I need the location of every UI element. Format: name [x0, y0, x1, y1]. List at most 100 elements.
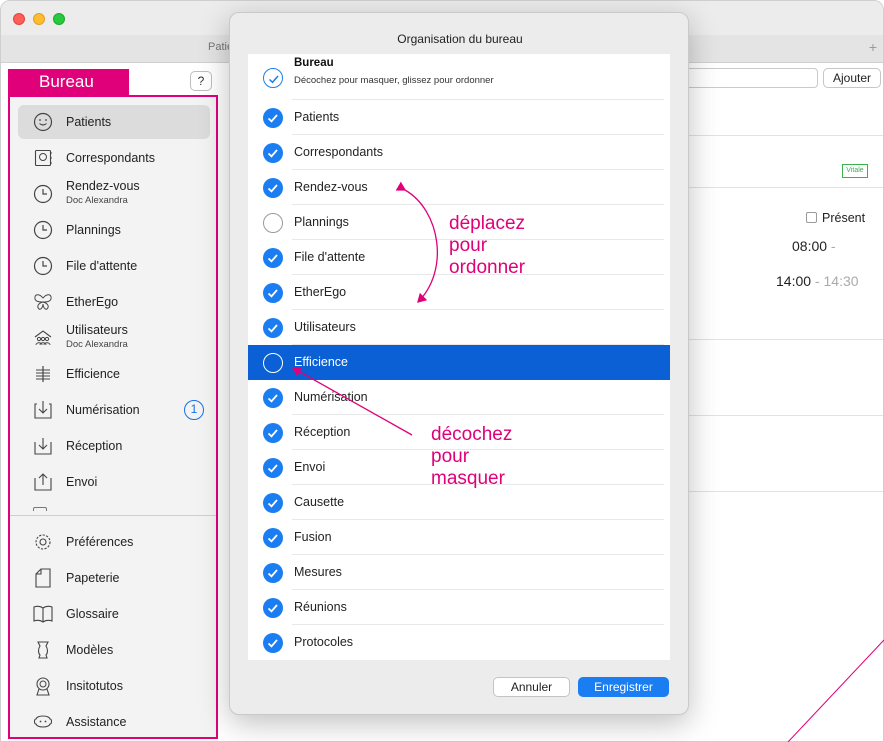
- item-label: Protocoles: [294, 635, 354, 649]
- sidebar-title: Bureau: [8, 69, 129, 95]
- item-checkbox[interactable]: [263, 563, 283, 583]
- award-icon: [36, 677, 50, 696]
- checkmark-icon: [267, 184, 278, 193]
- row-divider: [689, 135, 883, 136]
- sidebar-item-envoi[interactable]: Envoi: [18, 465, 210, 499]
- sidebar-item-label: Rendez-vous: [66, 179, 140, 193]
- item-checkbox[interactable]: [263, 598, 283, 618]
- item-checkbox[interactable]: [263, 143, 283, 163]
- new-tab-button[interactable]: +: [869, 39, 877, 55]
- item-checkbox[interactable]: [263, 108, 283, 128]
- item-checkbox[interactable]: [263, 213, 283, 233]
- item-label: Numérisation: [294, 390, 368, 404]
- sidebar-item-efficience[interactable]: Efficience: [18, 357, 210, 391]
- sidebar-item-insitotutos[interactable]: Insitotutos: [18, 669, 210, 703]
- item-label: Causette: [294, 495, 345, 509]
- item-checkbox[interactable]: [263, 248, 283, 268]
- sidebar-item-preferences[interactable]: Préférences: [18, 525, 210, 559]
- checkmark-icon: [267, 569, 278, 578]
- check-all-toggle[interactable]: [263, 68, 283, 88]
- sidebar-item-reception[interactable]: Réception: [18, 429, 210, 463]
- sidebar-item-rendez-vous[interactable]: Rendez-vous Doc Alexandra: [18, 177, 210, 211]
- appointment-time: 08:00 -: [792, 238, 836, 254]
- item-checkbox[interactable]: [263, 528, 283, 548]
- checkmark-icon: [267, 254, 278, 263]
- item-label: Efficience: [294, 355, 348, 369]
- close-window-button[interactable]: [13, 13, 25, 25]
- list-item-patients[interactable]: Patients: [248, 100, 670, 135]
- row-divider: [689, 415, 883, 416]
- sidebar-item-modeles[interactable]: Modèles: [18, 633, 210, 667]
- checkmark-icon: [267, 499, 278, 508]
- item-checkbox[interactable]: [263, 458, 283, 478]
- list-header-row[interactable]: Bureau Décochez pour masquer, glissez po…: [248, 54, 670, 100]
- annotation-uncheck-line1: décochez: [431, 424, 513, 445]
- item-checkbox[interactable]: [263, 633, 283, 653]
- checkmark-icon: [267, 114, 278, 123]
- template-icon: [37, 641, 49, 659]
- add-button[interactable]: Ajouter: [823, 68, 881, 88]
- sidebar-item-assistance[interactable]: Assistance: [18, 705, 210, 739]
- dialog-title: Organisation du bureau: [397, 32, 523, 46]
- sidebar-item-label: Préférences: [66, 535, 134, 549]
- list-item-etherego[interactable]: EtherEgo: [248, 275, 670, 310]
- item-checkbox[interactable]: [263, 423, 283, 443]
- sidebar-item-numerisation[interactable]: Numérisation 1: [18, 393, 210, 427]
- list-item-fusion[interactable]: Fusion: [248, 520, 670, 555]
- checkmark-icon: [267, 604, 278, 613]
- item-checkbox[interactable]: [263, 283, 283, 303]
- clock-icon: [33, 220, 53, 240]
- book-icon: [33, 605, 53, 623]
- checkmark-icon: [267, 464, 278, 473]
- search-input[interactable]: [686, 68, 818, 88]
- list-item-efficience[interactable]: Efficience: [248, 345, 670, 380]
- sidebar-item-etherego[interactable]: EtherEgo: [18, 285, 210, 319]
- item-checkbox[interactable]: [263, 178, 283, 198]
- sidebar-item-label: File d'attente: [66, 259, 138, 273]
- assistance-icon: [33, 715, 53, 728]
- item-label: Envoi: [294, 460, 326, 474]
- sidebar-item-patients[interactable]: Patients: [18, 105, 210, 139]
- clock-icon: [33, 256, 53, 276]
- list-header-title: Bureau: [294, 57, 334, 69]
- list-item-causette[interactable]: Causette: [248, 485, 670, 520]
- list-item-rendez-vous[interactable]: Rendez-vous: [248, 170, 670, 205]
- list-item-reunions[interactable]: Réunions: [248, 590, 670, 625]
- checkmark-icon: [267, 149, 278, 158]
- item-checkbox[interactable]: [263, 493, 283, 513]
- sidebar-item-label: Glossaire: [66, 607, 119, 621]
- present-checkbox[interactable]: [806, 212, 817, 223]
- checkmark-icon: [267, 394, 278, 403]
- sidebar-item-label: Insitotutos: [66, 679, 123, 693]
- item-checkbox[interactable]: [263, 388, 283, 408]
- minimize-window-button[interactable]: [33, 13, 45, 25]
- cancel-button[interactable]: Annuler: [493, 677, 570, 697]
- organize-desktop-dialog: Organisation du bureau Bureau Décochez p…: [229, 12, 689, 715]
- notification-badge: 1: [184, 400, 204, 420]
- list-item-utilisateurs[interactable]: Utilisateurs: [248, 310, 670, 345]
- sidebar-item-label: Patients: [66, 115, 112, 129]
- sidebar-item-utilisateurs[interactable]: Utilisateurs Doc Alexandra: [18, 321, 210, 355]
- item-label: Patients: [294, 110, 340, 124]
- list-item-correspondants[interactable]: Correspondants: [248, 135, 670, 170]
- zoom-window-button[interactable]: [53, 13, 65, 25]
- present-label: Présent: [822, 211, 866, 225]
- list-item-protocoles[interactable]: Protocoles: [248, 625, 670, 660]
- save-button[interactable]: Enregistrer: [578, 677, 669, 697]
- help-button[interactable]: ?: [190, 71, 212, 91]
- sidebar-item-glossaire[interactable]: Glossaire: [18, 597, 210, 631]
- item-label: Réception: [294, 425, 351, 439]
- list-item-numerisation[interactable]: Numérisation: [248, 380, 670, 415]
- vitale-badge: Vitale: [842, 164, 868, 178]
- item-label: Mesures: [294, 565, 342, 579]
- sidebar-item-label: Numérisation: [66, 403, 140, 417]
- row-divider: [689, 491, 883, 492]
- sidebar-item-sublabel: Doc Alexandra: [66, 339, 128, 350]
- sidebar-item-papeterie[interactable]: Papeterie: [18, 561, 210, 595]
- sidebar-item-plannings[interactable]: Plannings: [18, 213, 210, 247]
- sidebar-item-file-attente[interactable]: File d'attente: [18, 249, 210, 283]
- item-checkbox[interactable]: [263, 353, 283, 373]
- list-item-mesures[interactable]: Mesures: [248, 555, 670, 590]
- sidebar-item-correspondants[interactable]: Correspondants: [18, 141, 210, 175]
- item-checkbox[interactable]: [263, 318, 283, 338]
